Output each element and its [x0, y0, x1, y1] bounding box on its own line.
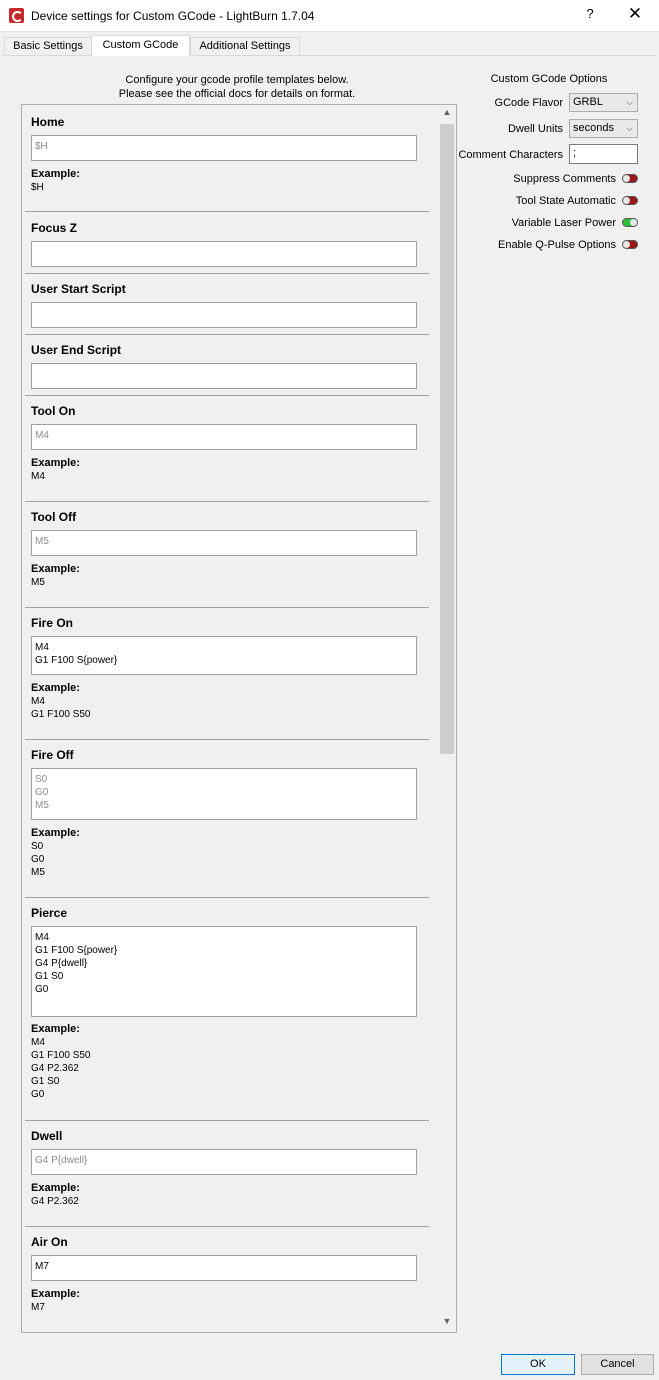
home-example-label: Example: — [31, 168, 80, 180]
separator — [25, 739, 429, 740]
separator — [25, 607, 429, 608]
tool-on-example: M4 — [31, 471, 45, 482]
gcode-flavor-label: GCode Flavor — [494, 97, 563, 109]
separator — [25, 897, 429, 898]
dwell-label: Dwell — [31, 1129, 63, 1143]
tool-on-input[interactable]: M4 — [31, 424, 417, 450]
fire-off-example: S0 G0 M5 — [31, 841, 45, 878]
vertical-scrollbar[interactable]: ▲ ▼ — [439, 105, 455, 1332]
tab-basic-settings[interactable]: Basic Settings — [4, 37, 92, 55]
air-on-input[interactable]: M7 — [31, 1255, 417, 1281]
fire-off-example-label: Example: — [31, 827, 80, 839]
separator — [25, 211, 429, 212]
scroll-up-icon[interactable]: ▲ — [439, 107, 455, 121]
home-label: Home — [31, 115, 65, 129]
scroll-thumb[interactable] — [440, 124, 454, 754]
air-on-label: Air On — [31, 1235, 68, 1249]
tool-off-example: M5 — [31, 577, 45, 588]
fire-off-label: Fire Off — [31, 748, 74, 762]
enable-q-pulse-toggle[interactable] — [622, 240, 638, 249]
gcode-template-list[interactable]: Home $H Example: $H Focus Z User Start S… — [21, 104, 457, 1333]
chevron-down-icon: ⌵ — [626, 97, 633, 107]
home-input[interactable]: $H — [31, 135, 417, 161]
tool-off-input[interactable]: M5 — [31, 530, 417, 556]
help-button[interactable]: ? — [578, 6, 602, 26]
fire-on-example: M4 G1 F100 S50 — [31, 696, 91, 720]
tool-off-example-label: Example: — [31, 563, 80, 575]
separator — [25, 501, 429, 502]
user-start-script-input[interactable] — [31, 302, 417, 328]
focus-z-label: Focus Z — [31, 221, 78, 235]
gcode-flavor-select[interactable]: GRBL ⌵ — [569, 93, 638, 112]
fire-on-label: Fire On — [31, 616, 74, 630]
dwell-example: G4 P2.362 — [31, 1196, 79, 1207]
focus-z-input[interactable] — [31, 241, 417, 267]
window-title: Device settings for Custom GCode - Light… — [31, 9, 315, 23]
cancel-button[interactable]: Cancel — [581, 1354, 654, 1375]
intro-text: Configure your gcode profile templates b… — [118, 74, 356, 100]
dwell-units-label: Dwell Units — [507, 123, 563, 135]
tool-state-automatic-toggle[interactable] — [622, 196, 638, 205]
separator — [25, 334, 429, 335]
separator — [25, 1226, 429, 1227]
suppress-comments-label: Suppress Comments — [513, 173, 616, 185]
tool-state-automatic-label: Tool State Automatic — [515, 195, 616, 207]
home-example: $H — [31, 182, 44, 193]
tab-custom-gcode[interactable]: Custom GCode — [91, 35, 190, 56]
dwell-example-label: Example: — [31, 1182, 80, 1194]
separator — [25, 273, 429, 274]
user-end-script-label: User End Script — [31, 343, 122, 357]
dwell-units-select[interactable]: seconds ⌵ — [569, 119, 638, 138]
air-on-example: M7 — [31, 1302, 45, 1313]
tool-off-label: Tool Off — [31, 510, 77, 524]
pierce-example: M4 G1 F100 S50 G4 P2.362 G1 S0 G0 — [31, 1037, 91, 1100]
tool-on-example-label: Example: — [31, 457, 80, 469]
comment-characters-input[interactable]: ; — [569, 144, 638, 164]
variable-laser-power-toggle[interactable] — [622, 218, 638, 227]
user-end-script-input[interactable] — [31, 363, 417, 389]
pierce-input[interactable]: M4 G1 F100 S{power} G4 P{dwell} G1 S0 G0 — [31, 926, 417, 1017]
ok-button[interactable]: OK — [501, 1354, 575, 1375]
scroll-down-icon[interactable]: ▼ — [439, 1316, 455, 1330]
fire-off-input[interactable]: S0 G0 M5 — [31, 768, 417, 820]
close-icon[interactable]: ✕ — [622, 4, 648, 26]
options-title: Custom GCode Options — [490, 73, 608, 85]
pierce-example-label: Example: — [31, 1023, 80, 1035]
variable-laser-power-label: Variable Laser Power — [511, 217, 616, 229]
enable-q-pulse-label: Enable Q-Pulse Options — [497, 239, 616, 251]
suppress-comments-toggle[interactable] — [622, 174, 638, 183]
separator — [25, 1120, 429, 1121]
air-on-example-label: Example: — [31, 1288, 80, 1300]
chevron-down-icon: ⌵ — [626, 123, 633, 133]
comment-characters-label: Comment Characters — [458, 149, 563, 161]
title-bar: Device settings for Custom GCode - Light… — [0, 0, 659, 32]
user-start-script-label: User Start Script — [31, 282, 126, 296]
tool-on-label: Tool On — [31, 404, 76, 418]
fire-on-example-label: Example: — [31, 682, 80, 694]
lightburn-logo-icon — [9, 8, 24, 23]
separator — [25, 395, 429, 396]
fire-on-input[interactable]: M4 G1 F100 S{power} — [31, 636, 417, 675]
pierce-label: Pierce — [31, 906, 68, 920]
dwell-input[interactable]: G4 P{dwell} — [31, 1149, 417, 1175]
tab-additional-settings[interactable]: Additional Settings — [190, 37, 300, 55]
